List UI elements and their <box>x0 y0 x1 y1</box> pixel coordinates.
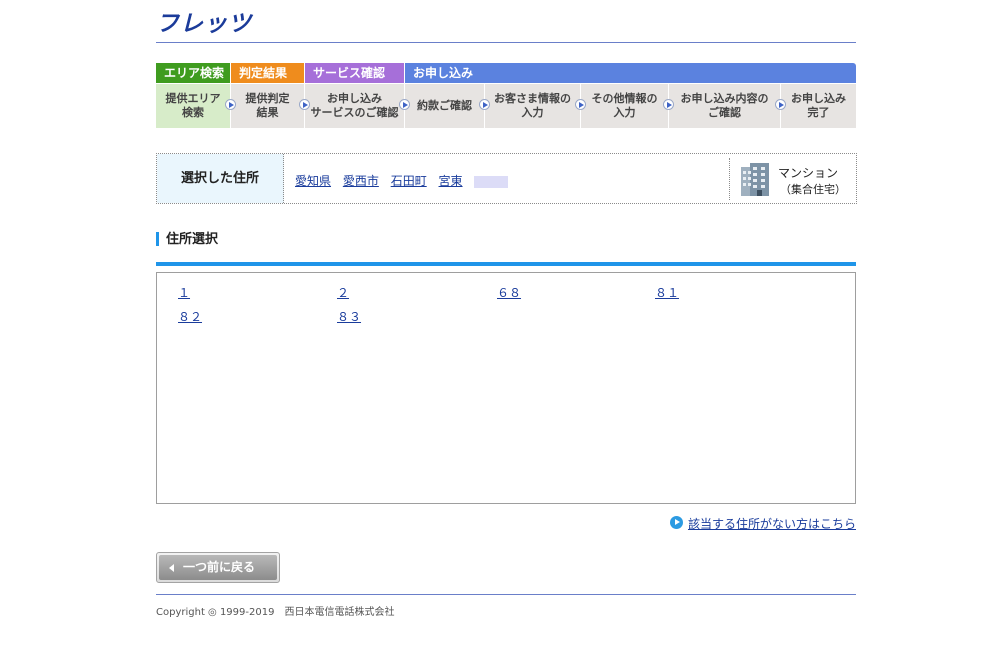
progress-steps: エリア検索 判定結果 サービス確認 お申し込み 提供エリア 検索 提供判定 結果… <box>156 63 856 128</box>
selected-address-label: 選択した住所 <box>157 154 284 203</box>
address-option-link[interactable]: ８１ <box>655 286 679 300</box>
building-type-label: マンション <box>778 166 839 180</box>
step-apply-confirm: お申し込み内容の ご確認 <box>669 84 780 128</box>
address-area-link[interactable]: 宮東 <box>439 174 463 188</box>
step-service-confirm: お申し込み サービスのご確認 <box>305 84 404 128</box>
list-item: ６８ <box>497 284 521 301</box>
address-option-list: １ ２ ６８ ８１ ８２ ８３ <box>156 272 856 504</box>
back-button[interactable]: 一つ前に戻る <box>156 552 280 583</box>
step-arrow-icon <box>575 99 586 110</box>
list-item: ８２ <box>178 308 202 325</box>
address-option-link[interactable]: １ <box>178 286 190 300</box>
address-town-link[interactable]: 石田町 <box>391 174 427 188</box>
step-arrow-icon <box>479 99 490 110</box>
address-option-link[interactable]: ２ <box>337 286 349 300</box>
step-category-judge: 判定結果 <box>231 63 304 83</box>
footer-divider <box>156 594 856 595</box>
step-arrow-icon <box>225 99 236 110</box>
list-item: １ <box>178 284 190 301</box>
step-arrow-icon <box>299 99 310 110</box>
step-terms-confirm: 約款ご確認 <box>405 84 484 128</box>
address-city-link[interactable]: 愛西市 <box>343 174 379 188</box>
address-pending-placeholder <box>474 175 509 188</box>
step-apply-complete: お申し込み 完了 <box>781 84 856 128</box>
copyright-text: Copyright ◎ 1999-2019 西日本電信電話株式会社 <box>156 607 395 618</box>
list-item: ２ <box>337 284 349 301</box>
step-category-apply: お申し込み <box>405 63 856 83</box>
step-customer-info: お客さま情報の 入力 <box>485 84 580 128</box>
list-item: ８１ <box>655 284 679 301</box>
building-type: マンション （集合住宅） <box>729 158 857 200</box>
address-option-link[interactable]: ６８ <box>497 286 521 300</box>
flets-logo[interactable]: フレッツ <box>156 12 252 36</box>
building-type-sub: （集合住宅） <box>780 183 846 196</box>
address-prefecture-link[interactable]: 愛知県 <box>295 174 331 188</box>
step-other-info: その他情報の 入力 <box>581 84 668 128</box>
no-address-link[interactable]: 該当する住所がない方はこちら <box>688 517 856 531</box>
back-button-label: 一つ前に戻る <box>159 555 277 580</box>
address-option-link[interactable]: ８２ <box>178 310 202 324</box>
section-title: 住所選択 <box>156 231 218 247</box>
no-address-help: 該当する住所がない方はこちら <box>669 515 856 532</box>
step-area-search: 提供エリア 検索 <box>156 84 230 128</box>
step-arrow-icon <box>399 99 410 110</box>
address-option-link[interactable]: ８３ <box>337 310 361 324</box>
play-arrow-icon <box>669 516 683 529</box>
step-category-service: サービス確認 <box>305 63 404 83</box>
step-arrow-icon <box>663 99 674 110</box>
step-judge-result: 提供判定 結果 <box>231 84 304 128</box>
step-arrow-icon <box>775 99 786 110</box>
section-divider <box>156 262 856 266</box>
step-category-area: エリア検索 <box>156 63 230 83</box>
address-breadcrumb: 愛知県 愛西市 石田町 宮東 <box>295 172 509 189</box>
selected-address-box: 選択した住所 愛知県 愛西市 石田町 宮東 マンション （集合住宅） <box>156 153 857 204</box>
building-icon <box>741 163 769 196</box>
header-divider <box>156 42 856 43</box>
list-item: ８３ <box>337 308 361 325</box>
